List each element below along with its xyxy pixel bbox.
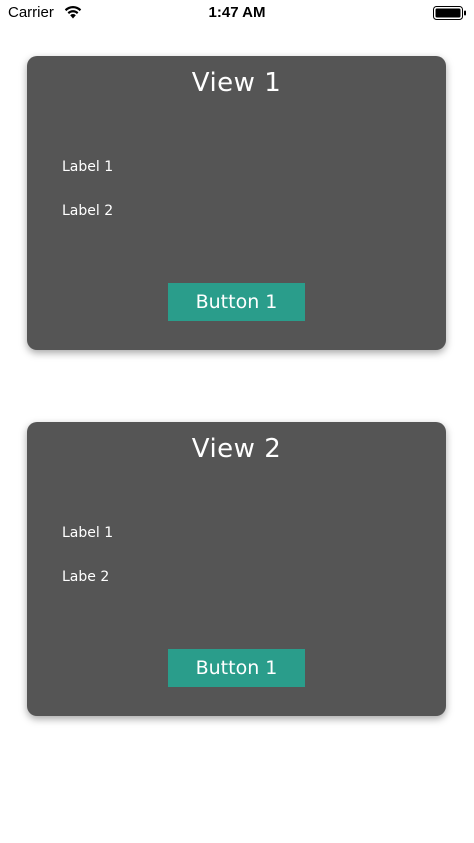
view-2-card: View 2 Label 1 Labe 2 Button 1	[27, 422, 446, 716]
battery-icon	[433, 6, 466, 20]
status-time: 1:47 AM	[208, 4, 266, 21]
view-2-button[interactable]: Button 1	[168, 649, 305, 687]
view-1-title: View 1	[191, 68, 282, 98]
view-1-button[interactable]: Button 1	[168, 283, 305, 321]
view-2-label-2: Labe 2	[62, 569, 110, 585]
view-2-title: View 2	[191, 434, 282, 464]
status-bar: Carrier 1:47 AM	[0, 0, 474, 26]
view-1-label-2: Label 2	[62, 203, 114, 219]
view-2-label-1: Label 1	[62, 525, 114, 541]
view-1-card: View 1 Label 1 Label 2 Button 1	[27, 56, 446, 350]
view-1-label-1: Label 1	[62, 159, 114, 175]
